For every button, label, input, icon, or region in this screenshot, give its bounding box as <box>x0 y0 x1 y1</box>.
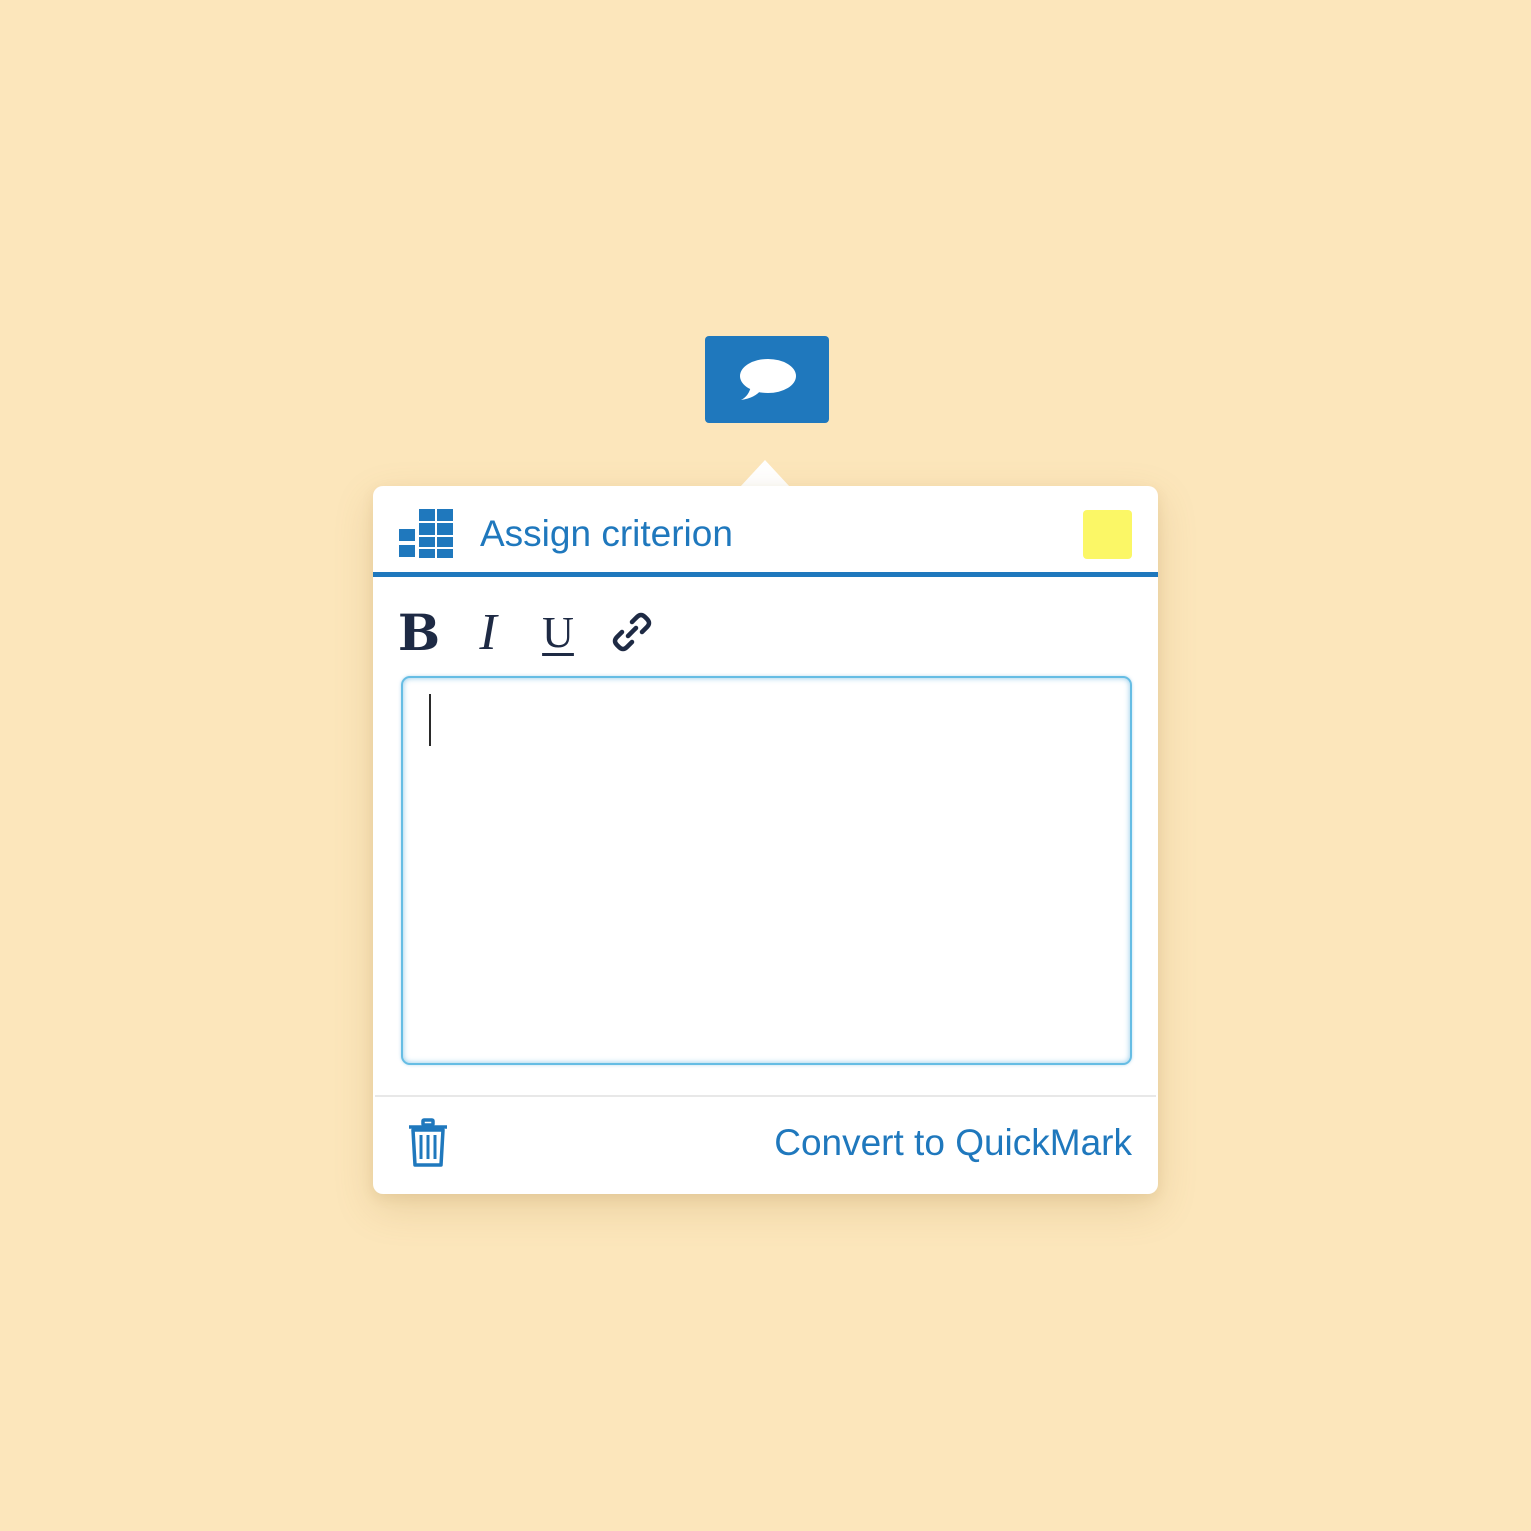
link-icon <box>612 612 652 652</box>
comment-marker-button[interactable] <box>705 336 829 423</box>
text-caret <box>429 694 431 746</box>
speech-bubble-icon <box>740 358 796 400</box>
bold-button[interactable]: B <box>398 602 440 662</box>
comment-editor[interactable] <box>401 676 1132 1065</box>
highlight-color-swatch[interactable] <box>1083 510 1132 559</box>
underline-button[interactable]: U <box>538 602 578 662</box>
trash-icon[interactable] <box>407 1118 449 1168</box>
rubric-grid-icon[interactable] <box>399 509 455 559</box>
popover-header: Assign criterion <box>373 486 1158 577</box>
assign-criterion-link[interactable]: Assign criterion <box>480 510 733 558</box>
link-button[interactable] <box>609 602 655 662</box>
convert-to-quickmark-link[interactable]: Convert to QuickMark <box>774 1119 1132 1167</box>
italic-button[interactable]: I <box>473 602 503 662</box>
footer-divider <box>375 1095 1156 1097</box>
comment-popover: Assign criterion B I U Convert to QuickM… <box>373 486 1158 1194</box>
popover-arrow <box>740 460 790 487</box>
